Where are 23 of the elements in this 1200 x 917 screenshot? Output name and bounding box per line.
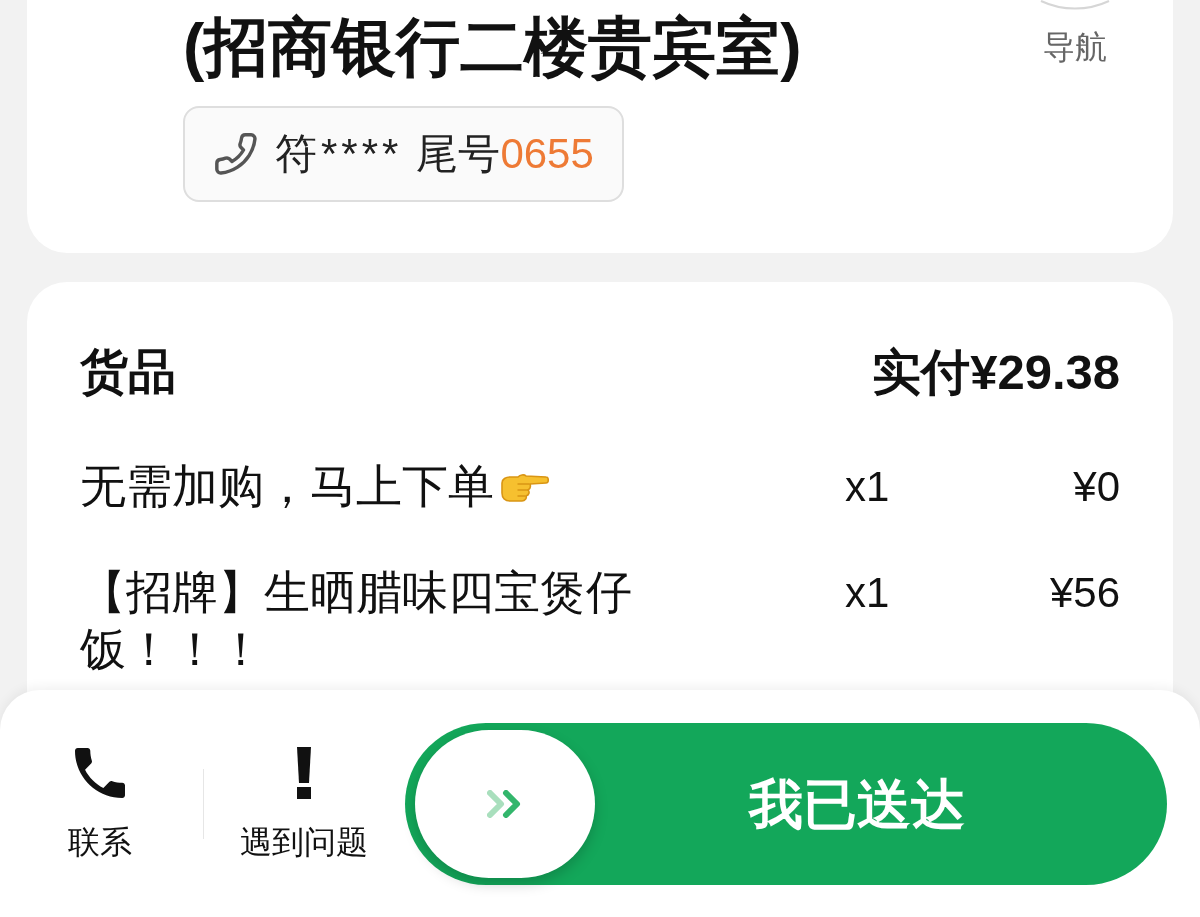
item-quantity: x1 [845,462,890,512]
contact-button[interactable]: 联系 [55,745,145,862]
paid-total: 实付¥29.38 [872,344,1120,400]
address-text: (招商银行二楼贵宾室) [183,12,802,82]
phone-chip[interactable]: 符**** 尾号0655 [183,106,624,202]
phone-icon [213,131,259,177]
phone-tail-digits: 0655 [500,129,594,179]
goods-title: 货品 [80,344,176,400]
slider-label: 我已送达 [747,772,966,836]
slider-handle[interactable] [415,729,595,878]
problem-button[interactable]: 遇到问题 [238,745,370,862]
double-chevron-icon [487,789,523,818]
tail-label-text: 尾号 [416,129,501,179]
item-price: ¥0 [1073,462,1120,512]
item-name: 无需加购，马上下单 [80,460,494,512]
item-quantity: x1 [845,568,890,618]
navigation-button[interactable]: 导航 [1035,0,1115,70]
exclamation-icon [296,746,312,799]
masked-name-text: 符**** [275,129,403,179]
phone-icon [75,747,125,798]
item-price: ¥56 [1049,568,1120,618]
item-name: 【招牌】生晒腊味四宝煲仔饭！！！ [80,566,632,675]
circle-edge-icon [1040,0,1110,10]
